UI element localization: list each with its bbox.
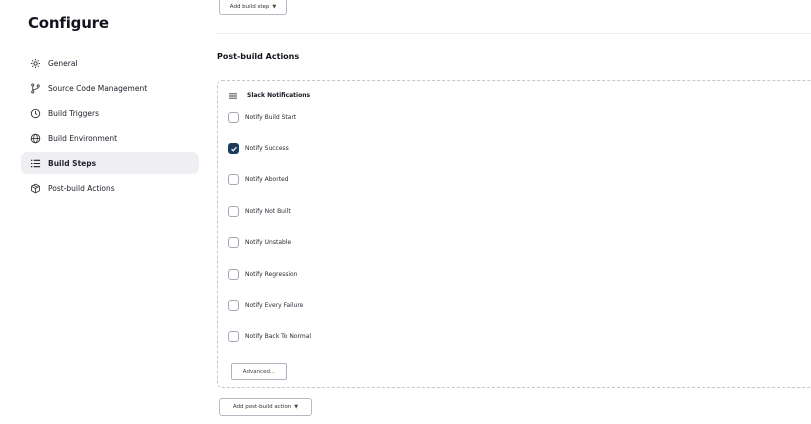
page-title: Configure (28, 14, 109, 32)
option-label: Notify Back To Normal (245, 333, 312, 340)
sidebar-item-label: Source Code Management (48, 83, 148, 93)
panel-title: Slack Notifications (247, 92, 311, 99)
add-post-build-action-button[interactable]: Add post-build action ▼ (219, 398, 312, 416)
option-label: Notify Not Built (245, 208, 291, 215)
package-icon (30, 183, 41, 194)
notify-unstable-checkbox[interactable] (228, 237, 239, 248)
sidebar-item-post-build-actions[interactable]: Post-build Actions (21, 177, 199, 199)
option-notify-every-failure[interactable]: Notify Every Failure (228, 300, 303, 311)
main-content: Add build step ▼ Post-build Actions Slac… (217, 0, 811, 424)
sidebar: Configure General Source Code Management… (0, 0, 210, 424)
caret-down-icon: ▼ (294, 404, 299, 410)
globe-icon (30, 133, 41, 144)
sidebar-item-label: Post-build Actions (48, 183, 115, 193)
option-label: Notify Unstable (245, 239, 292, 246)
sidebar-item-label: Build Triggers (48, 108, 99, 118)
list-icon (30, 158, 41, 169)
caret-down-icon: ▼ (272, 4, 277, 10)
notify-success-checkbox[interactable] (228, 143, 239, 154)
add-post-build-action-label: Add post-build action (232, 404, 292, 410)
sidebar-item-label: General (48, 58, 78, 68)
slack-notifications-panel: Slack Notifications Notify Build Start N… (217, 80, 811, 388)
section-title: Post-build Actions (217, 52, 300, 61)
notify-back-to-normal-checkbox[interactable] (228, 331, 239, 342)
add-build-step-label: Add build step (229, 4, 270, 10)
advanced-button[interactable]: Advanced... (231, 363, 287, 380)
gear-icon (30, 58, 41, 69)
notify-every-failure-checkbox[interactable] (228, 300, 239, 311)
sidebar-item-label: Build Environment (48, 133, 118, 143)
sidebar-item-source-code-management[interactable]: Source Code Management (21, 77, 199, 99)
sidebar-item-build-triggers[interactable]: Build Triggers (21, 102, 199, 124)
option-notify-build-start[interactable]: Notify Build Start (228, 112, 296, 123)
option-label: Notify Success (245, 145, 289, 152)
notify-regression-checkbox[interactable] (228, 269, 239, 280)
sidebar-item-build-environment[interactable]: Build Environment (21, 127, 199, 149)
sidebar-item-build-steps[interactable]: Build Steps (21, 152, 199, 174)
option-notify-aborted[interactable]: Notify Aborted (228, 174, 289, 185)
checkmark-icon (230, 146, 237, 152)
option-label: Notify Aborted (245, 176, 289, 183)
option-notify-back-to-normal[interactable]: Notify Back To Normal (228, 331, 311, 342)
notify-not-built-checkbox[interactable] (228, 206, 239, 217)
drag-handle-icon[interactable] (229, 93, 237, 99)
option-label: Notify Regression (245, 271, 298, 278)
option-label: Notify Every Failure (245, 302, 304, 309)
notify-build-start-checkbox[interactable] (228, 112, 239, 123)
option-notify-not-built[interactable]: Notify Not Built (228, 206, 291, 217)
option-notify-regression[interactable]: Notify Regression (228, 269, 297, 280)
sidebar-item-general[interactable]: General (21, 52, 199, 74)
section-divider (217, 33, 811, 34)
clock-icon (30, 108, 41, 119)
sidebar-item-label: Build Steps (48, 158, 97, 168)
option-notify-unstable[interactable]: Notify Unstable (228, 237, 291, 248)
add-build-step-button[interactable]: Add build step ▼ (219, 0, 287, 15)
notify-aborted-checkbox[interactable] (228, 174, 239, 185)
branch-icon (30, 83, 41, 94)
option-label: Notify Build Start (245, 114, 297, 121)
option-notify-success[interactable]: Notify Success (228, 143, 289, 154)
